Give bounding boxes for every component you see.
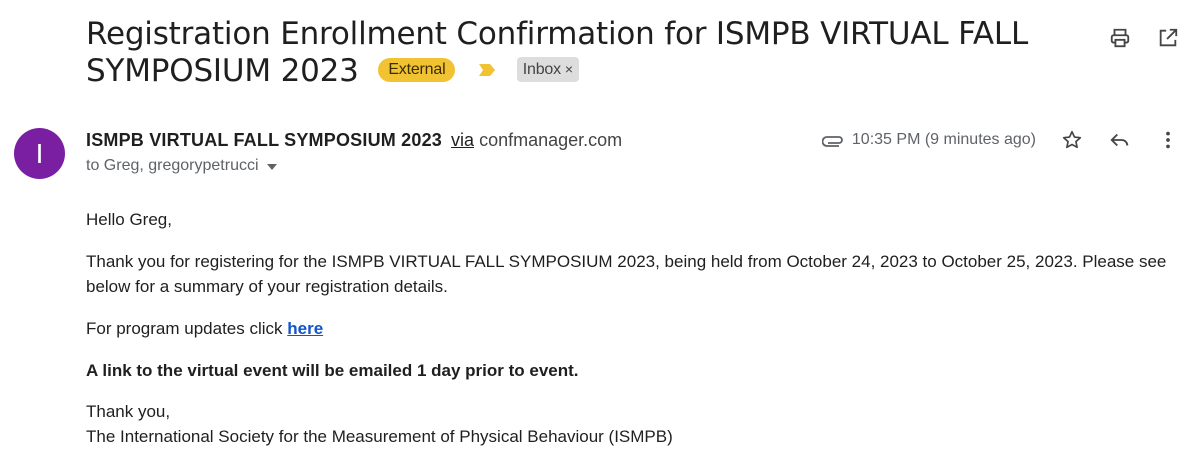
sender-name[interactable]: ISMPB VIRTUAL FALL SYMPOSIUM 2023 [86,130,442,150]
updates-paragraph: For program updates click here [86,316,323,341]
via-link[interactable]: via [451,130,474,150]
star-icon[interactable] [1060,128,1084,152]
external-label: External [378,57,456,82]
attachment-icon [821,136,843,147]
via-domain: confmanager.com [479,130,623,150]
recipients-line: to Greg, gregorypetrucci [86,157,277,175]
reply-icon[interactable] [1108,128,1132,152]
inbox-label-text: Inbox [522,61,561,78]
timestamp: 10:35 PM (9 minutes ago) [851,131,1036,148]
signature: The International Society for the Measur… [86,427,673,446]
closing-block: Thank you, The International Society for … [86,399,673,449]
remove-label-icon[interactable]: × [565,61,573,77]
sender-avatar[interactable]: I [14,128,65,179]
importance-marker-icon[interactable] [477,63,497,77]
more-icon[interactable] [1156,128,1180,152]
program-updates-link[interactable]: here [287,319,323,338]
recipients-text: to Greg, gregorypetrucci [86,157,259,174]
top-actions [1108,26,1180,50]
greeting: Hello Greg, [86,210,172,229]
closing: Thank you, [86,402,171,421]
sender-line: ISMPB VIRTUAL FALL SYMPOSIUM 2023 via co… [86,130,622,151]
updates-prefix: For program updates click [86,319,288,338]
email-subject: Registration Enrollment Confirmation for… [86,16,1066,90]
show-details-chevron-down-icon[interactable] [266,164,277,170]
thanks-paragraph: Thank you for registering for the ISMPB … [86,252,1167,296]
virtual-link-notice: A link to the virtual event will be emai… [86,361,579,380]
inbox-label: Inbox × [516,57,579,82]
open-in-new-icon[interactable] [1156,26,1180,50]
print-icon[interactable] [1108,26,1132,50]
message-meta: 10:35 PM (9 minutes ago) [821,128,1180,152]
